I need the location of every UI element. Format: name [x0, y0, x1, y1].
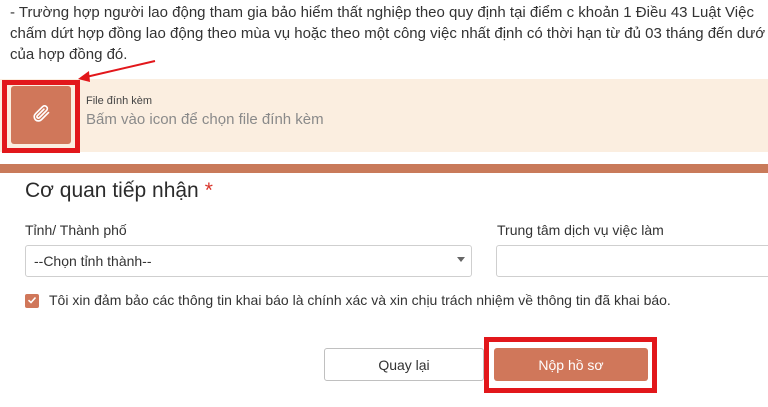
receiving-agency-title-text: Cơ quan tiếp nhận — [25, 179, 199, 202]
checkmark-icon — [27, 292, 37, 310]
consent-text: Tôi xin đảm bảo các thông tin khai báo l… — [49, 292, 671, 308]
attachment-hint: Bấm vào icon để chọn file đính kèm — [86, 111, 324, 128]
attach-file-button[interactable] — [11, 86, 71, 144]
province-select[interactable]: --Chọn tỉnh thành-- — [25, 245, 472, 277]
submit-button[interactable]: Nộp hồ sơ — [494, 348, 648, 381]
section-divider — [0, 164, 768, 173]
province-label: Tỉnh/ Thành phố — [25, 222, 127, 238]
notice-line-2: chấm dứt hợp đồng lao động theo mùa vụ h… — [10, 25, 766, 42]
employment-center-label: Trung tâm dịch vụ việc làm — [497, 222, 664, 238]
back-button[interactable]: Quay lại — [324, 348, 484, 381]
receiving-agency-title: Cơ quan tiếp nhận * — [25, 179, 213, 203]
notice-line-1: - Trường hợp người lao động tham gia bảo… — [10, 4, 754, 21]
notice-line-3: của hợp đồng đó. — [10, 46, 128, 63]
employment-center-select[interactable] — [496, 245, 768, 277]
notice-text: - Trường hợp người lao động tham gia bảo… — [10, 2, 768, 65]
chevron-down-icon — [457, 257, 465, 262]
province-select-value: --Chọn tỉnh thành-- — [34, 253, 152, 269]
paperclip-icon — [31, 102, 51, 129]
required-mark: * — [204, 179, 213, 202]
consent-checkbox[interactable] — [25, 294, 39, 308]
attachment-label: File đính kèm — [86, 95, 153, 107]
